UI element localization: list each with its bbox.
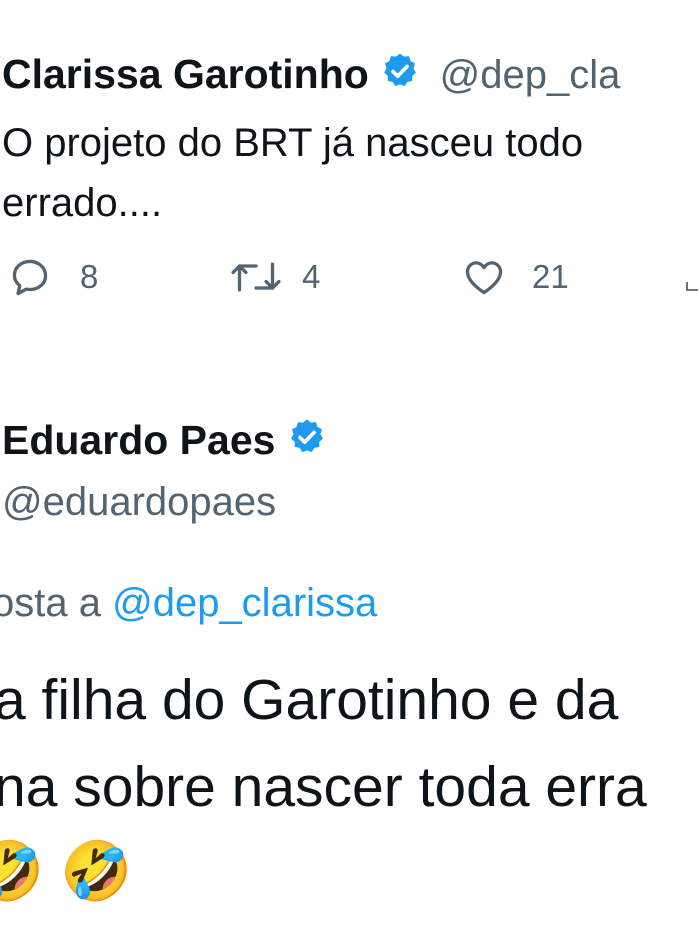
tweet-text-line-2: errado.... (2, 181, 163, 225)
reply-icon (8, 255, 52, 299)
reply-button[interactable]: 8 (8, 255, 98, 299)
retweet-icon (228, 255, 284, 299)
retweet-button[interactable]: 4 (228, 255, 320, 299)
author-name[interactable]: Eduardo Paes (2, 417, 275, 463)
tweet-actions: 8 4 21 (0, 255, 699, 315)
share-button[interactable] (684, 255, 698, 299)
mention-link[interactable]: @dep_clarissa (112, 581, 377, 625)
tweet-text-line-1: O projeto do BRT já nasceu todo (2, 121, 584, 165)
like-icon (460, 255, 508, 299)
rofl-emoji-icon: 🤣 (0, 839, 45, 904)
author-handle[interactable]: @dep_cla (440, 53, 621, 97)
rofl-emoji-icon: 🤣 (60, 839, 133, 904)
verified-badge-icon (380, 51, 420, 103)
tweet-emojis: 🤣 🤣 (0, 832, 133, 912)
retweet-count: 4 (302, 258, 321, 295)
replying-to: osta a @dep_clarissa (0, 578, 377, 628)
replying-to-label: osta a (0, 581, 101, 625)
author-name[interactable]: Clarissa Garotinho (2, 51, 369, 97)
like-count: 21 (532, 258, 569, 295)
author-handle[interactable]: @eduardopaes (2, 477, 276, 527)
verified-badge-icon (287, 416, 327, 470)
tweet-text-line-2: na sobre nascer toda erra (0, 755, 647, 819)
tweet-text-line-1: a filha do Garotinho e da (0, 668, 619, 732)
share-icon (684, 255, 698, 299)
reply-count: 8 (80, 258, 99, 295)
like-button[interactable]: 21 (460, 255, 569, 299)
